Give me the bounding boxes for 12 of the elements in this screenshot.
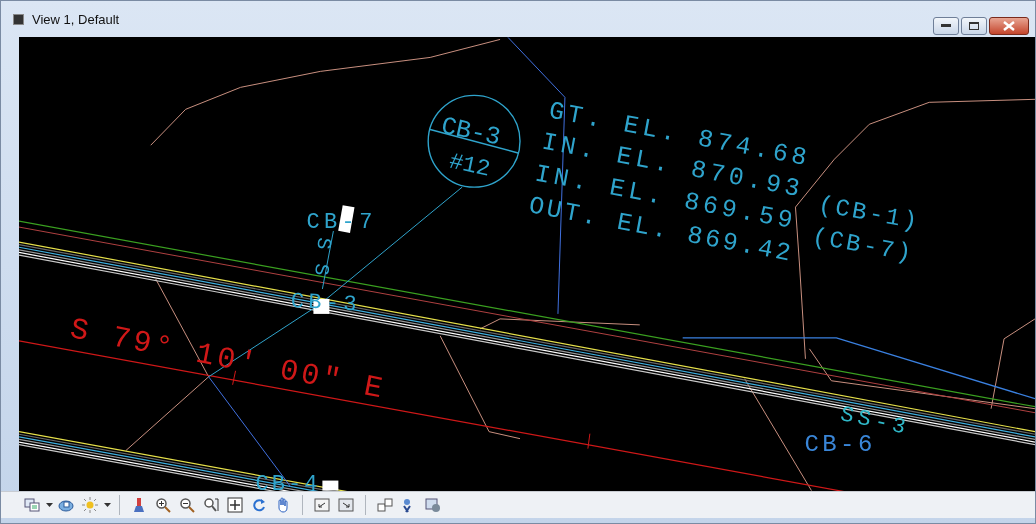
close-button[interactable] xyxy=(989,17,1029,35)
close-icon xyxy=(1003,21,1015,31)
window-title: View 1, Default xyxy=(32,11,121,27)
callout-number: #12 xyxy=(446,149,493,184)
drawing-label: SS xyxy=(309,237,336,277)
maximize-button[interactable] xyxy=(961,17,987,35)
minimize-button[interactable] xyxy=(933,17,959,35)
window-icon xyxy=(13,13,24,25)
callout-label: CB-3 xyxy=(438,112,504,152)
minimize-icon xyxy=(941,24,951,28)
maximize-icon xyxy=(969,22,979,30)
drawing-label: CB-6 xyxy=(804,431,873,459)
